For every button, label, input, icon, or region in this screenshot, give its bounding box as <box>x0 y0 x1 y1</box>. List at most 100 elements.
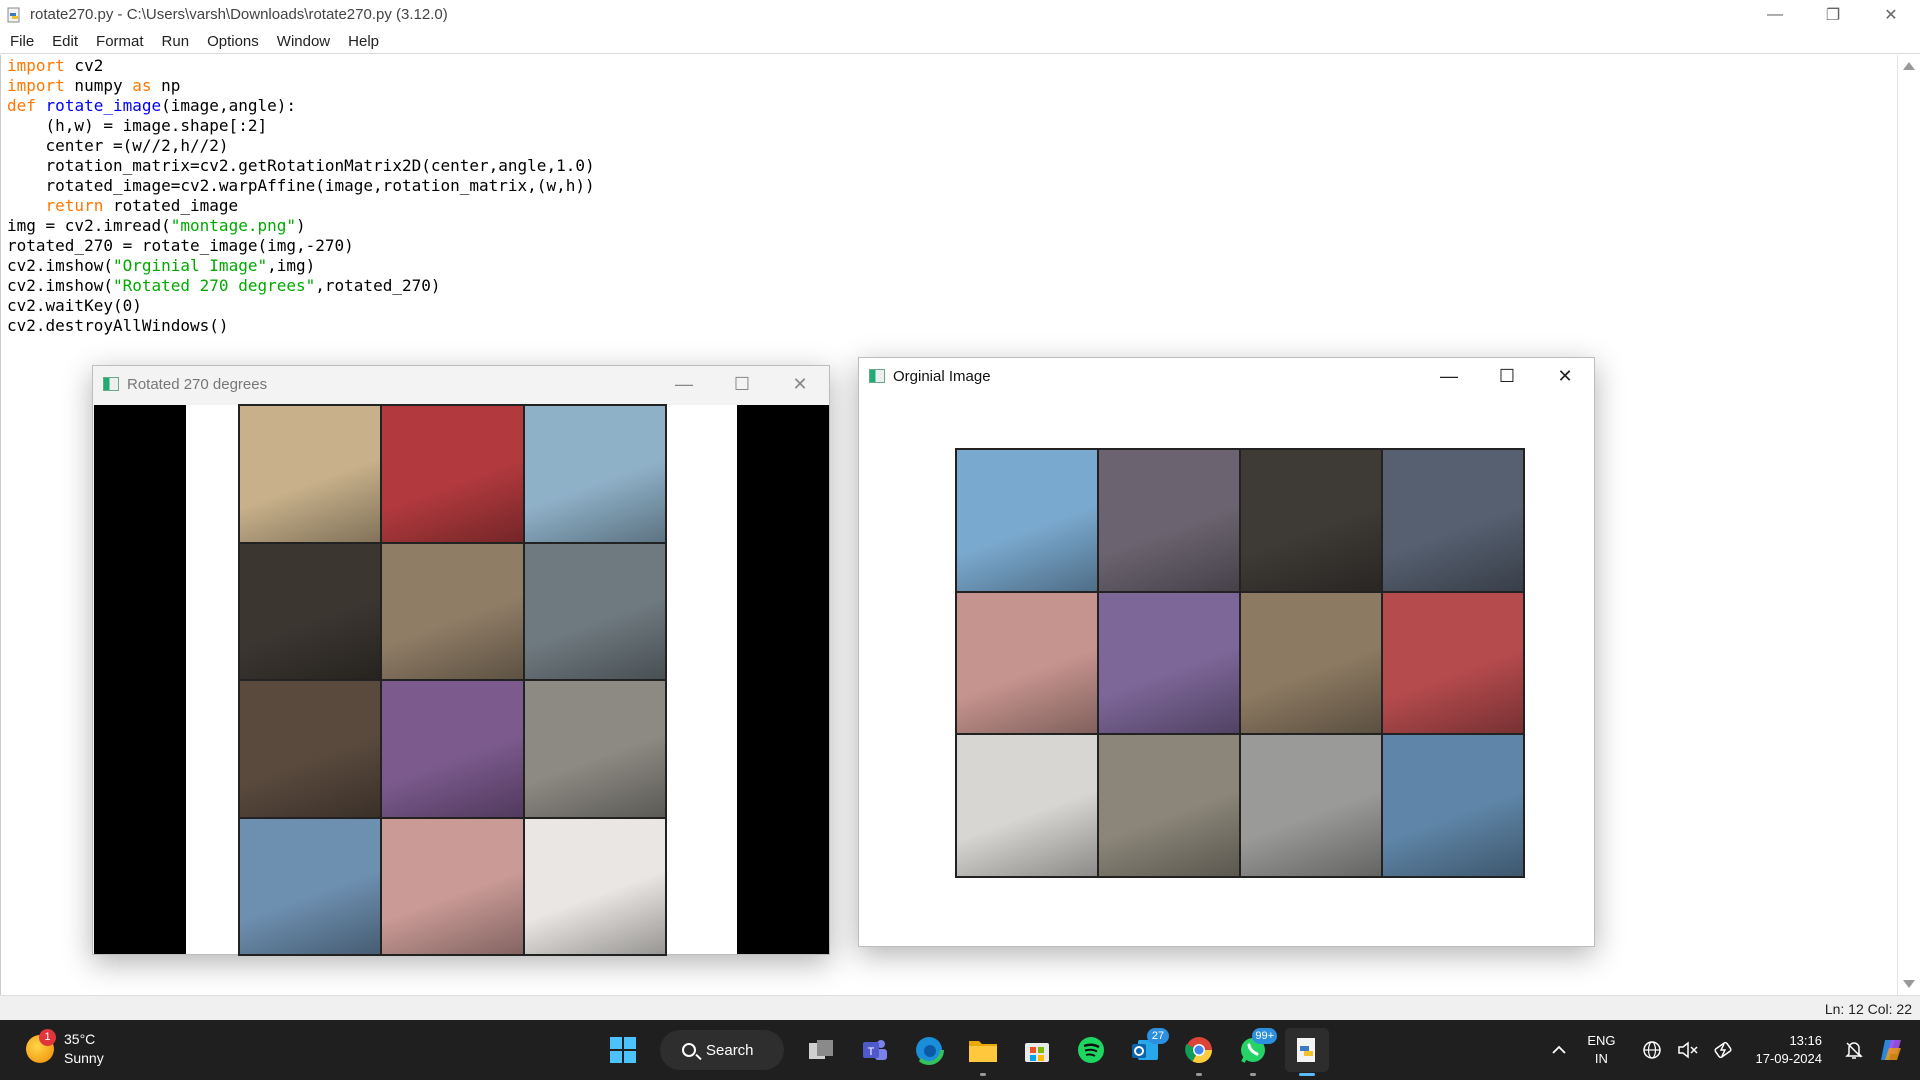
scroll-up-arrow-icon[interactable] <box>1903 62 1915 70</box>
language-indicator[interactable]: ENG IN <box>1587 1032 1615 1068</box>
code-token: rotated_image <box>103 196 239 215</box>
code-line[interactable]: (h,w) = image.shape[:2] <box>7 116 595 136</box>
code-line[interactable]: def rotate_image(image,angle): <box>7 96 595 116</box>
code-token: cv2.imshow( <box>7 256 113 275</box>
code-line[interactable]: cv2.imshow("Orginial Image",img) <box>7 256 595 276</box>
system-tray: ENG IN 13:16 17-09-2024 <box>1541 1020 1920 1080</box>
cursor-position: Ln: 12 Col: 22 <box>1824 1001 1912 1017</box>
weather-temperature: 35°C <box>64 1031 96 1047</box>
code-line[interactable]: import numpy as np <box>7 76 595 96</box>
minimize-button[interactable]: — <box>1746 0 1804 29</box>
code-token: numpy <box>64 76 133 95</box>
code-token: as <box>132 76 152 95</box>
taskbar: 1 35°C Sunny Search T 27 99+ ENG IN 13:1… <box>0 1020 1920 1080</box>
chrome-icon[interactable] <box>1177 1028 1221 1076</box>
rotated-image-window[interactable]: Rotated 270 degrees — ☐ ✕ <box>92 365 830 956</box>
original-window-title-bar[interactable]: Orginial Image — ☐ ✕ <box>859 358 1594 394</box>
code-token: rotate_image <box>45 96 162 115</box>
menu-options[interactable]: Options <box>201 33 265 50</box>
rotated-photo-tile <box>524 681 665 817</box>
code-token: (image,angle): <box>161 96 296 115</box>
original-minimize-button[interactable]: — <box>1420 358 1478 394</box>
menu-help[interactable]: Help <box>342 33 385 50</box>
copilot-icon[interactable] <box>1878 1038 1908 1062</box>
idle-title-bar[interactable]: rotate270.py - C:\Users\varsh\Downloads\… <box>0 0 1920 29</box>
weather-widget[interactable]: 1 35°C Sunny <box>26 1029 104 1068</box>
sun-icon: 1 <box>26 1029 56 1063</box>
rotated-photo-tile <box>240 818 381 954</box>
edge-browser-icon[interactable] <box>907 1028 951 1072</box>
original-photo-tile <box>1241 735 1381 876</box>
code-line[interactable]: rotated_image=cv2.warpAffine(image,rotat… <box>7 176 595 196</box>
original-photo-tile <box>957 735 1097 876</box>
scroll-down-arrow-icon[interactable] <box>1903 980 1915 988</box>
svg-text:T: T <box>868 1046 875 1058</box>
original-maximize-button[interactable]: ☐ <box>1478 358 1536 394</box>
restore-button[interactable]: ❐ <box>1804 0 1862 29</box>
outlook-badge: 27 <box>1147 1028 1169 1044</box>
task-view-icon[interactable] <box>799 1028 843 1072</box>
python-file-icon <box>6 7 22 23</box>
status-bar: Ln: 12 Col: 22 <box>0 995 1920 1020</box>
vertical-scrollbar[interactable] <box>1897 55 1920 995</box>
original-photo-tile <box>1099 592 1239 734</box>
rotated-minimize-button[interactable]: — <box>655 366 713 402</box>
clock[interactable]: 13:16 17-09-2024 <box>1756 1032 1823 1068</box>
code-token: "Orginial Image" <box>112 256 268 275</box>
outlook-icon[interactable]: 27 <box>1123 1028 1169 1072</box>
code-line[interactable]: cv2.destroyAllWindows() <box>7 316 595 336</box>
code-line[interactable]: rotation_matrix=cv2.getRotationMatrix2D(… <box>7 156 595 176</box>
rotated-photo-tile <box>240 681 381 817</box>
windows-start-icon[interactable] <box>601 1028 645 1072</box>
close-button[interactable]: ✕ <box>1862 0 1920 29</box>
speaker-muted-icon[interactable] <box>1676 1038 1700 1062</box>
menu-window[interactable]: Window <box>271 33 336 50</box>
code-token: import <box>7 76 65 95</box>
menu-format[interactable]: Format <box>90 33 150 50</box>
code-line[interactable]: rotated_270 = rotate_image(img,-270) <box>7 236 595 256</box>
code-line[interactable]: cv2.waitKey(0) <box>7 296 595 316</box>
original-photo-tile <box>1241 450 1381 591</box>
code-text[interactable]: import cv2 import numpy as np def rotate_i… <box>7 56 595 336</box>
original-photo-tile <box>1099 450 1239 591</box>
code-line[interactable]: center =(w//2,h//2) <box>7 136 595 156</box>
rotated-photo-tile <box>524 818 665 954</box>
opencv-window-icon <box>103 377 119 391</box>
menu-edit[interactable]: Edit <box>46 33 84 50</box>
whatsapp-icon[interactable]: 99+ <box>1231 1028 1277 1076</box>
code-token: ,rotated_270) <box>315 276 441 295</box>
rotated-maximize-button[interactable]: ☐ <box>713 366 771 402</box>
code-line[interactable]: return rotated_image <box>7 196 595 216</box>
microsoft-store-icon[interactable] <box>1015 1028 1059 1072</box>
notification-bell-icon[interactable] <box>1842 1038 1866 1062</box>
code-token: rotated_270 = rotate_image(img,-270) <box>7 236 354 255</box>
code-token: cv2.waitKey(0) <box>7 296 142 315</box>
original-image-window[interactable]: Orginial Image — ☐ ✕ <box>858 357 1595 947</box>
spotify-icon[interactable] <box>1069 1028 1113 1072</box>
code-line[interactable]: cv2.imshow("Rotated 270 degrees",rotated… <box>7 276 595 296</box>
code-line[interactable]: img = cv2.imread("montage.png") <box>7 216 595 236</box>
rotated-window-title: Rotated 270 degrees <box>127 375 268 393</box>
battery-charging-icon[interactable] <box>1712 1038 1736 1062</box>
menu-bar: File Edit Format Run Options Window Help <box>0 29 1920 54</box>
rotated-close-button[interactable]: ✕ <box>771 366 829 402</box>
teams-icon[interactable]: T <box>853 1028 897 1072</box>
whatsapp-badge: 99+ <box>1252 1028 1277 1044</box>
rotated-window-title-bar[interactable]: Rotated 270 degrees — ☐ ✕ <box>93 366 829 402</box>
rotated-photo-tile <box>240 406 381 542</box>
python-idle-icon[interactable] <box>1285 1028 1329 1076</box>
region-code: IN <box>1594 1051 1608 1066</box>
menu-file[interactable]: File <box>4 33 40 50</box>
taskbar-search[interactable]: Search <box>660 1030 784 1070</box>
code-token: rotation_matrix=cv2.getRotationMatrix2D(… <box>7 156 595 175</box>
file-explorer-icon[interactable] <box>961 1028 1005 1076</box>
menu-run[interactable]: Run <box>156 33 196 50</box>
original-photo-tile <box>1383 450 1523 591</box>
clock-time: 13:16 <box>1789 1033 1822 1048</box>
code-token: ,img) <box>267 256 316 275</box>
code-line[interactable]: import cv2 <box>7 56 595 76</box>
network-globe-icon[interactable] <box>1640 1038 1664 1062</box>
original-close-button[interactable]: ✕ <box>1536 358 1594 394</box>
chevron-up-icon[interactable] <box>1547 1038 1571 1062</box>
